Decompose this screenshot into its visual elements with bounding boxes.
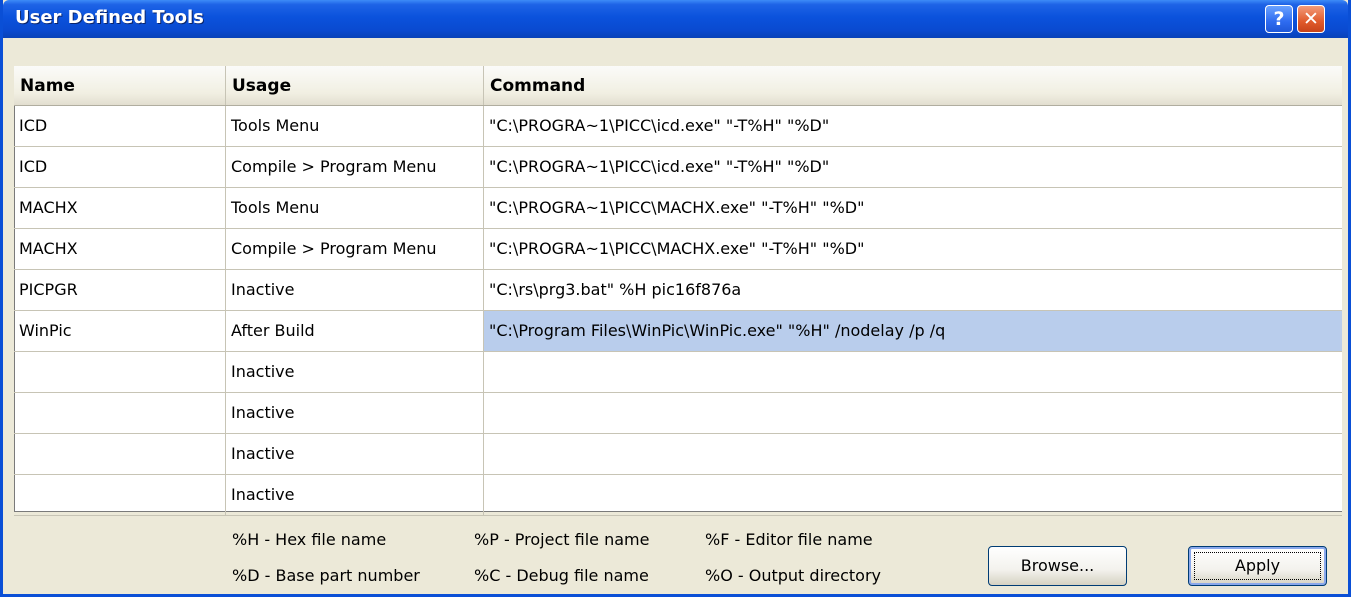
legend-project: %P - Project file name (474, 530, 650, 549)
cell-usage[interactable]: Tools Menu (226, 188, 484, 228)
table-row[interactable]: Inactive (14, 393, 1342, 434)
table-row[interactable]: WinPic After Build "C:\Program Files\WinPi… (14, 311, 1342, 352)
cell-name[interactable] (14, 393, 226, 433)
cell-usage[interactable]: Inactive (226, 352, 484, 392)
cell-name[interactable]: ICD (14, 106, 226, 146)
cell-command[interactable] (484, 352, 1342, 392)
cell-name[interactable]: PICPGR (14, 270, 226, 310)
question-mark-icon: ? (1273, 8, 1285, 30)
help-button[interactable]: ? (1265, 5, 1293, 33)
table-row[interactable]: Inactive (14, 434, 1342, 475)
table-row[interactable]: PICPGR Inactive "C:\rs\prg3.bat" %H pic16f… (14, 270, 1342, 311)
apply-button[interactable]: Apply (1188, 546, 1327, 586)
cell-command[interactable]: "C:\PROGRA~1\PICC\icd.exe" "-T%H" "%D" (484, 147, 1342, 187)
legend-output: %O - Output directory (705, 566, 881, 585)
table-row[interactable]: ICD Compile > Program Menu "C:\PROGRA~1\PI… (14, 147, 1342, 188)
column-header-name[interactable]: Name (14, 66, 226, 105)
cell-usage[interactable]: Compile > Program Menu (226, 147, 484, 187)
cell-command[interactable]: "C:\PROGRA~1\PICC\MACHX.exe" "-T%H" "%D" (484, 229, 1342, 269)
table-row[interactable]: MACHX Compile > Program Menu "C:\PROGRA~1\… (14, 229, 1342, 270)
dialog-title: User Defined Tools (15, 7, 204, 28)
grid-header: Name Usage Command (14, 66, 1342, 106)
cell-usage[interactable]: Tools Menu (226, 106, 484, 146)
column-header-command[interactable]: Command (484, 66, 1342, 105)
cell-command[interactable]: "C:\rs\prg3.bat" %H pic16f876a (484, 270, 1342, 310)
cell-command[interactable] (484, 475, 1342, 515)
browse-button[interactable]: Browse... (988, 546, 1127, 586)
title-bar[interactable]: User Defined Tools ? ✕ (3, 0, 1348, 38)
cell-usage[interactable]: After Build (226, 311, 484, 351)
cell-command[interactable]: "C:\PROGRA~1\PICC\MACHX.exe" "-T%H" "%D" (484, 188, 1342, 228)
cell-name[interactable]: MACHX (14, 229, 226, 269)
legend-debug: %C - Debug file name (474, 566, 649, 585)
table-row[interactable]: Inactive (14, 352, 1342, 393)
legend-editor: %F - Editor file name (705, 530, 873, 549)
legend-part: %D - Base part number (232, 566, 420, 585)
cell-name[interactable] (14, 475, 226, 515)
cell-name[interactable]: WinPic (14, 311, 226, 351)
focus-rect (1194, 552, 1321, 580)
close-icon: ✕ (1303, 8, 1319, 30)
legend-hex: %H - Hex file name (232, 530, 387, 549)
table-row[interactable]: Inactive (14, 475, 1342, 516)
cell-command[interactable] (484, 393, 1342, 433)
cell-usage[interactable]: Inactive (226, 434, 484, 474)
cell-command[interactable]: "C:\PROGRA~1\PICC\icd.exe" "-T%H" "%D" (484, 106, 1342, 146)
cell-command[interactable]: "C:\Program Files\WinPic\WinPic.exe" "%H… (484, 311, 1342, 351)
cell-usage[interactable]: Inactive (226, 270, 484, 310)
cell-usage[interactable]: Inactive (226, 475, 484, 515)
close-button[interactable]: ✕ (1297, 5, 1325, 33)
cell-name[interactable] (14, 352, 226, 392)
cell-usage[interactable]: Inactive (226, 393, 484, 433)
cell-name[interactable] (14, 434, 226, 474)
cell-usage[interactable]: Compile > Program Menu (226, 229, 484, 269)
cell-command[interactable] (484, 434, 1342, 474)
column-header-usage[interactable]: Usage (226, 66, 484, 105)
cell-name[interactable]: ICD (14, 147, 226, 187)
table-row[interactable]: ICD Tools Menu "C:\PROGRA~1\PICC\icd.exe" … (14, 106, 1342, 147)
table-row[interactable]: MACHX Tools Menu "C:\PROGRA~1\PICC\MACHX.e… (14, 188, 1342, 229)
cell-name[interactable]: MACHX (14, 188, 226, 228)
